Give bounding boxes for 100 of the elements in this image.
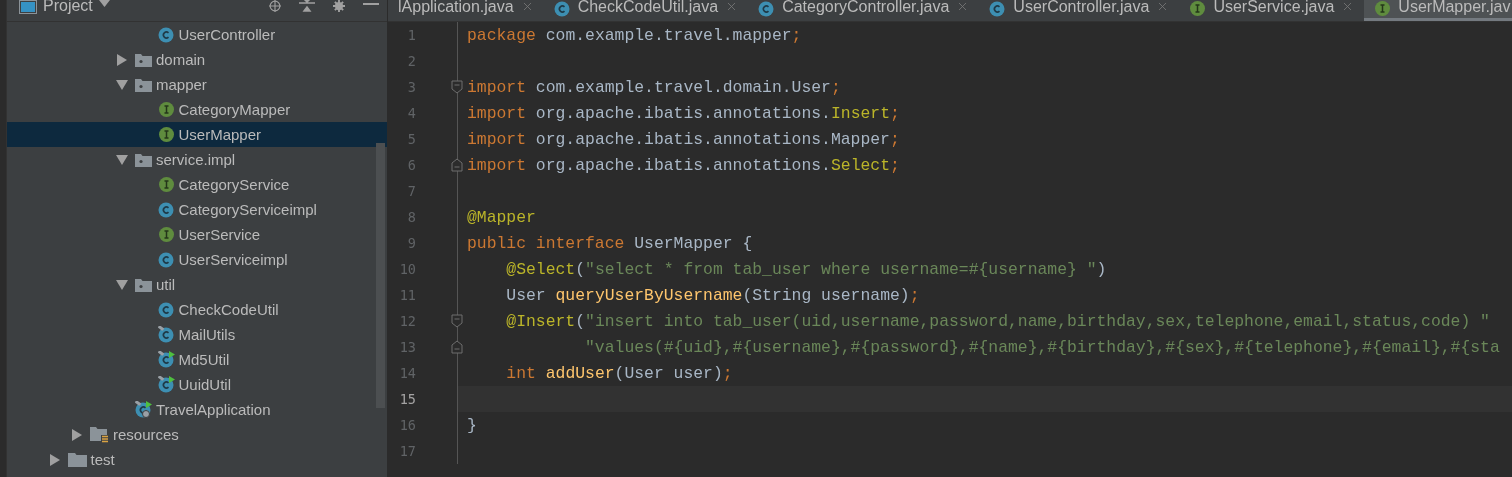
code-line: import org.apache.ibatis.annotations.Insert; bbox=[467, 103, 900, 123]
tree-item[interactable]: TravelApplication bbox=[7, 397, 387, 422]
locate-icon[interactable] bbox=[267, 0, 283, 12]
line-number: 2 bbox=[406, 53, 416, 69]
editor-tab[interactable]: lApplication.java bbox=[388, 0, 544, 21]
tree-item-label: UserService bbox=[178, 226, 261, 243]
fold-marker-icon[interactable] bbox=[451, 340, 463, 354]
line-number: 12 bbox=[398, 313, 416, 329]
package-folder-icon bbox=[135, 277, 152, 292]
folder-icon bbox=[67, 452, 87, 467]
code-line: import org.apache.ibatis.annotations.Mapper; bbox=[467, 129, 900, 149]
collapse-all-icon[interactable] bbox=[299, 0, 315, 12]
code-line: package com.example.travel.mapper; bbox=[467, 25, 802, 45]
tree-item[interactable]: mapper bbox=[7, 72, 387, 97]
tree-item[interactable]: test bbox=[7, 447, 387, 472]
code-line: } bbox=[467, 415, 477, 435]
editor-tab[interactable]: UserService.java bbox=[1179, 0, 1365, 21]
tree-item-label: UserController bbox=[178, 26, 276, 43]
tree-item[interactable]: domain bbox=[7, 47, 387, 72]
fold-marker-icon[interactable] bbox=[451, 314, 463, 328]
package-folder-icon bbox=[135, 152, 152, 167]
tree-item[interactable]: UserMapper bbox=[7, 122, 387, 147]
tree-item-label: service.impl bbox=[156, 151, 236, 168]
expanded-arrow-icon[interactable] bbox=[116, 153, 128, 166]
line-number: 11 bbox=[398, 287, 416, 303]
tree-item-label: CategoryMapper bbox=[178, 101, 291, 118]
code-line: import org.apache.ibatis.annotations.Select; bbox=[467, 155, 900, 175]
tree-item-label: TravelApplication bbox=[156, 401, 271, 418]
code-line: "values(#{uid},#{username},#{password},#{name},#{birthday},#{sex},#{telephone},#{email},#{sta bbox=[584, 337, 1500, 357]
editor-tab[interactable]: UserController.java bbox=[979, 0, 1180, 21]
tree-item[interactable]: MailUtils bbox=[7, 322, 387, 347]
line-number: 5 bbox=[406, 131, 416, 147]
collapsed-arrow-icon[interactable] bbox=[48, 453, 61, 466]
expanded-arrow-icon[interactable] bbox=[116, 78, 128, 91]
editor-tab[interactable]: CheckCodeUtil.java bbox=[543, 0, 749, 21]
line-number: 7 bbox=[406, 183, 416, 199]
interface-icon bbox=[1189, 0, 1207, 17]
line-number: 17 bbox=[398, 443, 416, 459]
line-number: 8 bbox=[406, 209, 416, 225]
package-folder-icon bbox=[135, 52, 152, 67]
tree-item[interactable]: resources bbox=[7, 422, 387, 447]
tree-item[interactable]: UserServiceimpl bbox=[7, 247, 387, 272]
runnable-class-icon bbox=[157, 351, 175, 368]
tree-item-label: test bbox=[90, 451, 115, 468]
class-icon bbox=[989, 0, 1007, 17]
line-number: 15 bbox=[398, 391, 416, 407]
tree-item-label: Md5Util bbox=[178, 351, 230, 368]
line-number: 13 bbox=[398, 339, 416, 355]
minimize-icon[interactable] bbox=[363, 0, 379, 8]
tree-item[interactable]: util bbox=[7, 272, 387, 297]
line-number: 4 bbox=[406, 105, 416, 121]
code-line: User queryUserByUsername(String username); bbox=[505, 285, 920, 305]
tree-item-label: domain bbox=[156, 51, 206, 68]
tree-item-label: UuidUtil bbox=[178, 376, 231, 393]
class-icon bbox=[157, 201, 175, 218]
scrollbar-thumb[interactable] bbox=[376, 143, 385, 408]
tree-item-label: CategoryServiceimpl bbox=[178, 201, 317, 218]
code-line: @Insert("insert into tab_user(uid,username,password,name,birthday,sex,telephone,email,status,code) " bbox=[505, 311, 1490, 331]
code-line: @Select("select * from tab_user where username=#{username} ") bbox=[505, 259, 1107, 279]
class-icon bbox=[157, 251, 175, 268]
tree-item-label: CategoryService bbox=[178, 176, 290, 193]
interface-icon bbox=[1374, 0, 1392, 17]
interface-icon bbox=[157, 101, 175, 118]
dropdown-caret-icon[interactable] bbox=[98, 0, 110, 7]
tree-item[interactable]: Md5Util bbox=[7, 347, 387, 372]
code-line: @Mapper bbox=[467, 207, 536, 227]
tree-item[interactable]: UserService bbox=[7, 222, 387, 247]
tree-item-label: CheckCodeUtil bbox=[178, 301, 279, 318]
collapsed-arrow-icon[interactable] bbox=[116, 53, 128, 66]
interface-icon bbox=[157, 126, 175, 143]
settings-icon[interactable] bbox=[331, 0, 347, 12]
tree-item-label: mapper bbox=[156, 76, 207, 93]
runnable-class-icon bbox=[157, 376, 175, 393]
tree-item[interactable]: UserController bbox=[7, 22, 387, 47]
tree-item-label: util bbox=[156, 276, 176, 293]
fold-marker-icon[interactable] bbox=[451, 158, 463, 172]
editor-tab[interactable]: CategoryController.java bbox=[748, 0, 980, 21]
tree-item[interactable]: CategoryServiceimpl bbox=[7, 197, 387, 222]
editor-tab[interactable]: UserMapper.jav bbox=[1364, 0, 1512, 21]
fold-marker-icon[interactable] bbox=[451, 80, 463, 94]
class-icon bbox=[157, 301, 175, 318]
tree-item[interactable]: CheckCodeUtil bbox=[7, 297, 387, 322]
class-icon bbox=[157, 26, 175, 43]
collapsed-arrow-icon[interactable] bbox=[71, 428, 83, 441]
line-number: 1 bbox=[406, 27, 416, 43]
class-icon bbox=[553, 0, 571, 17]
code-line: public interface UserMapper { bbox=[467, 233, 753, 253]
tree-item[interactable]: CategoryService bbox=[7, 172, 387, 197]
line-number: 9 bbox=[406, 235, 416, 251]
class-icon bbox=[157, 326, 175, 343]
tree-item[interactable]: CategoryMapper bbox=[7, 97, 387, 122]
tree-item[interactable]: UuidUtil bbox=[7, 372, 387, 397]
panel-title[interactable]: Project bbox=[43, 0, 93, 12]
tree-item-label: resources bbox=[113, 426, 179, 443]
expanded-arrow-icon[interactable] bbox=[116, 278, 128, 291]
class-icon bbox=[758, 0, 776, 17]
line-number: 16 bbox=[398, 417, 416, 433]
tree-item-label: UserMapper bbox=[178, 126, 262, 143]
interface-icon bbox=[157, 226, 175, 243]
tree-item[interactable]: service.impl bbox=[7, 147, 387, 172]
